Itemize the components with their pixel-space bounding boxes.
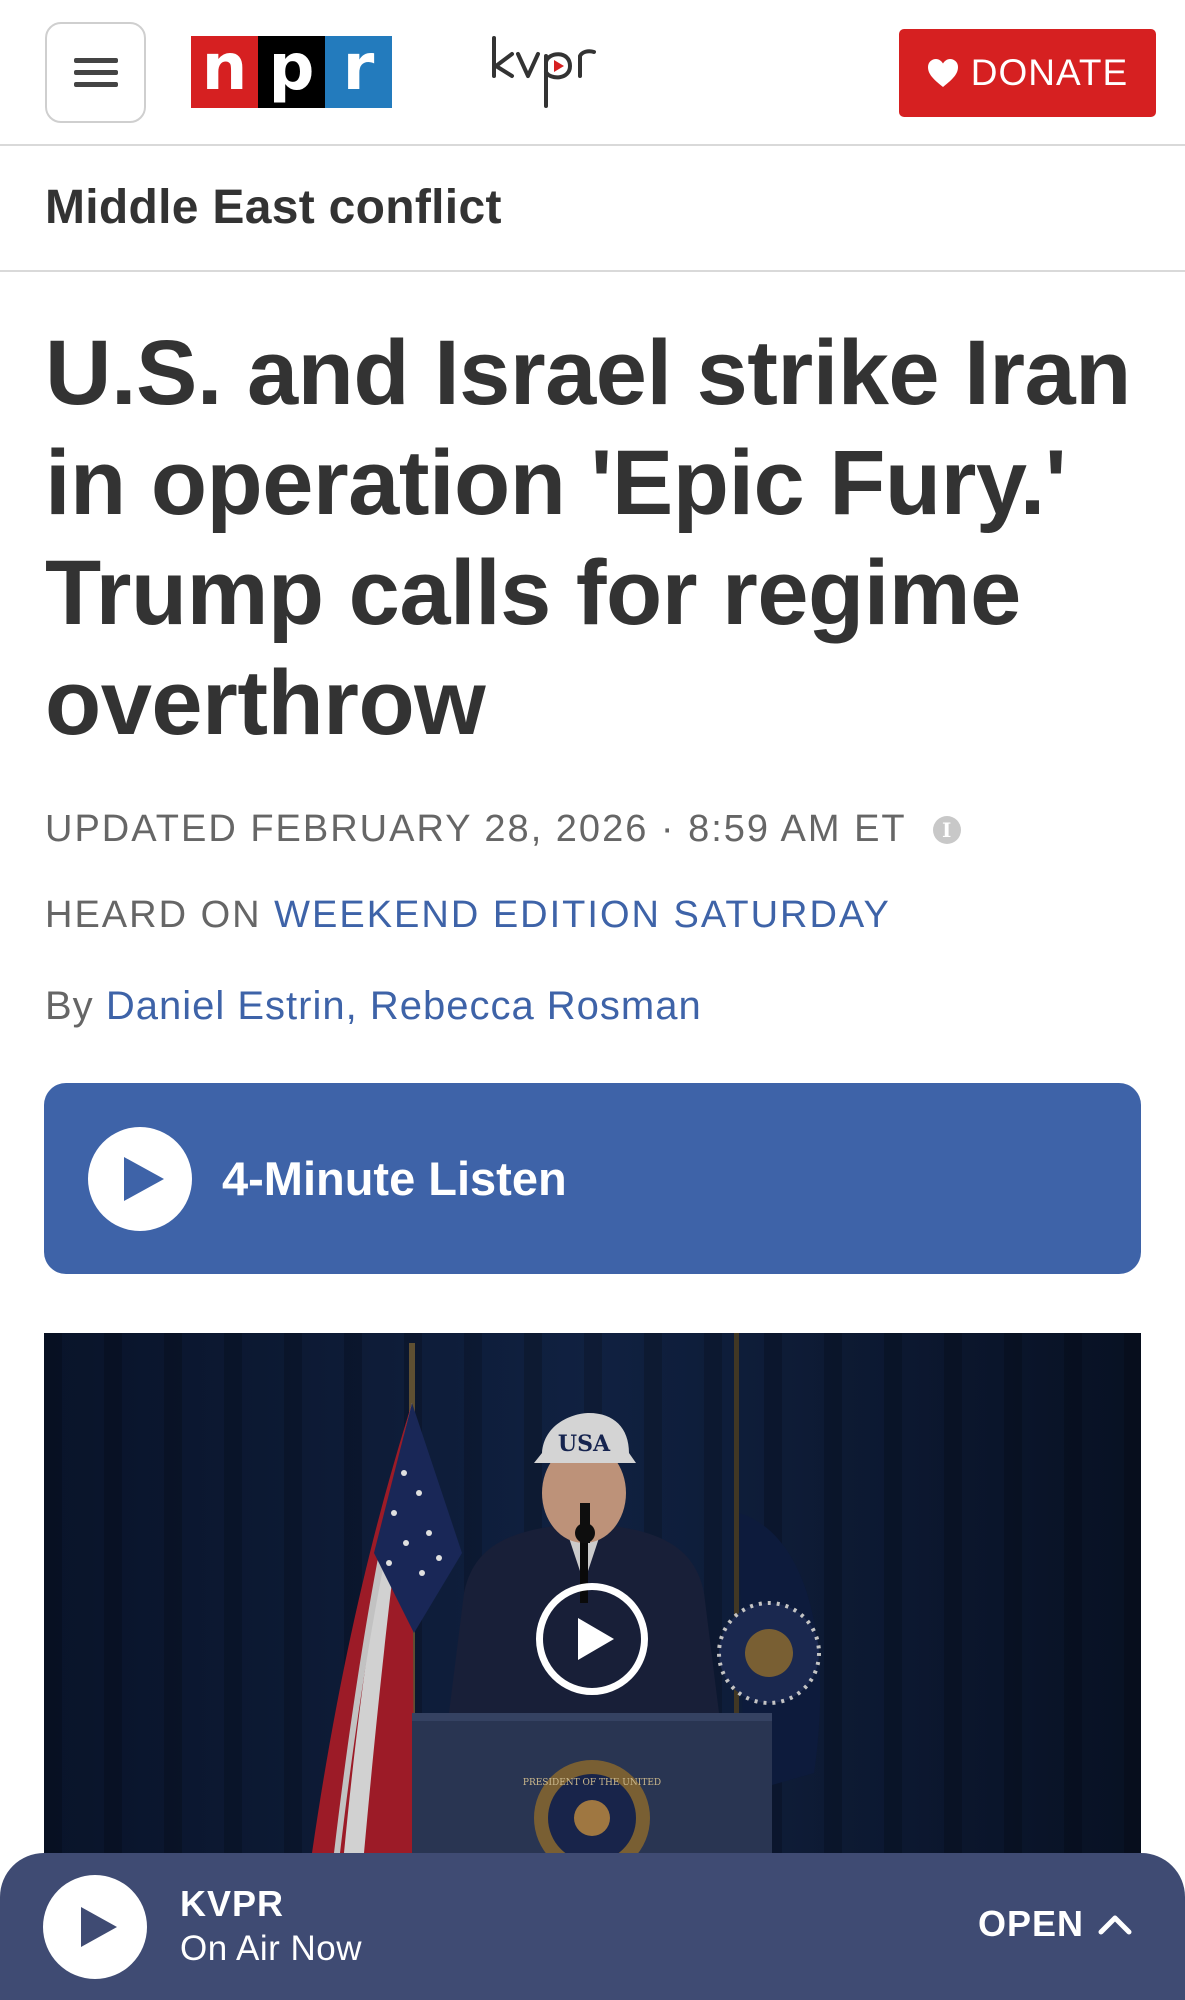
updated-text: UPDATED FEBRUARY 28, 2026 · 8:59 AM ET (45, 808, 907, 850)
npr-logo[interactable]: n p r (191, 36, 392, 108)
site-header: n p r DONATE (0, 0, 1185, 146)
listen-label: 4-Minute Listen (222, 1152, 567, 1205)
author-link-rebecca-rosman[interactable]: Rebecca Rosman (370, 984, 702, 1028)
video-play-button[interactable] (536, 1583, 648, 1695)
author-separator: , (345, 984, 370, 1028)
live-play-button[interactable] (43, 1875, 147, 1979)
donate-label: DONATE (970, 52, 1129, 93)
hamburger-menu-icon (73, 57, 118, 88)
section-link[interactable]: Middle East conflict (45, 180, 502, 235)
heard-on-prefix: HEARD ON (45, 894, 262, 936)
program-link[interactable]: WEEKEND EDITION SATURDAY (274, 894, 891, 936)
play-icon (81, 1907, 117, 1947)
npr-logo-p: p (258, 36, 325, 108)
chevron-up-icon (1098, 1915, 1132, 1935)
updated-timestamp: UPDATED FEBRUARY 28, 2026 · 8:59 AM ET i (45, 808, 961, 851)
kvpr-logo[interactable] (490, 30, 600, 110)
listen-play-icon (88, 1126, 192, 1231)
heard-on: HEARD ON WEEKEND EDITION SATURDAY (45, 894, 891, 937)
menu-button[interactable] (45, 22, 146, 123)
article-video[interactable]: USA PRESIDENT OF THE UNITED (44, 1333, 1141, 1853)
live-player-bar: KVPR On Air Now OPEN (0, 1853, 1185, 2000)
player-station-name: KVPR (180, 1883, 285, 1924)
open-label: OPEN (978, 1903, 1085, 1944)
section-bar: Middle East conflict (0, 148, 1185, 272)
heart-icon (927, 59, 958, 87)
video-play-icon (578, 1618, 614, 1660)
npr-logo-r: r (325, 36, 392, 108)
info-icon[interactable]: i (932, 815, 961, 844)
listen-button[interactable]: 4-Minute Listen (44, 1083, 1141, 1274)
article-headline: U.S. and Israel strike Iran in operation… (45, 322, 1131, 754)
author-link-daniel-estrin[interactable]: Daniel Estrin (106, 984, 346, 1028)
byline-prefix: By (45, 984, 94, 1028)
player-status: On Air Now (180, 1929, 362, 1968)
donate-button[interactable]: DONATE (899, 29, 1156, 117)
npr-logo-n: n (191, 36, 258, 108)
byline: By Daniel Estrin, Rebecca Rosman (45, 984, 702, 1029)
player-open-button[interactable]: OPEN (978, 1903, 1132, 1945)
